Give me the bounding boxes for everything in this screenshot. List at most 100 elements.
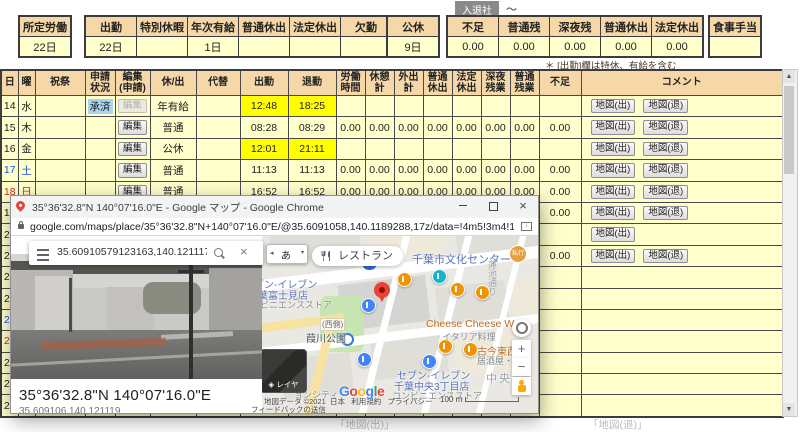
column-header: 外出 計 <box>393 69 424 96</box>
column-header: 休/出 <box>149 69 197 96</box>
edit-cell: 編集 <box>114 137 151 161</box>
hours-cell: 0.00 <box>335 159 366 182</box>
map-in-button[interactable]: 地図(退) <box>643 184 689 199</box>
approval-status-cell: 承済 <box>84 94 116 118</box>
clock-out-cell: 08:29 <box>287 116 337 139</box>
hours-cell: 0.00 <box>335 116 366 139</box>
map-out-button[interactable]: 地図(出) <box>590 227 636 242</box>
summary-label: 特別休暇 <box>136 15 188 37</box>
hours-cell: 0.00 <box>451 116 482 139</box>
my-location-button[interactable] <box>512 319 531 337</box>
map-label-street: 蓮池通り <box>487 260 497 296</box>
music-venue-pin-icon[interactable] <box>432 269 447 284</box>
shortage-cell <box>538 223 582 246</box>
menu-icon[interactable] <box>37 249 49 261</box>
hours-cell <box>451 137 482 161</box>
restaurant-pin-icon[interactable] <box>463 342 478 357</box>
close-button[interactable]: × <box>508 196 538 217</box>
map-out-button[interactable]: 地図(出) <box>590 141 636 157</box>
store-pin-icon[interactable] <box>357 352 372 367</box>
footer-note-right: 「地図(退)」 <box>588 419 648 431</box>
map-label-seven-fujimi3: コンビニエンスストア <box>262 300 332 310</box>
scroll-down-icon[interactable]: ▼ <box>783 403 795 416</box>
minimize-button[interactable] <box>448 196 478 217</box>
screen: { "top": {"punch_label": "入退社", "tilde":… <box>0 0 800 431</box>
clock-in-cell: 08:28 <box>239 116 289 139</box>
worktype-cell: 普通 <box>149 159 197 182</box>
hours-cell: 0.00 <box>480 159 511 182</box>
table-scrollbar[interactable]: ▲ ▼ <box>782 69 798 417</box>
privacy-link[interactable]: プライバシー <box>388 397 433 406</box>
comment-cell <box>580 308 784 332</box>
summary-group: 不足 普通残 深夜残 普通休出 法定休出 0.00 0.00 0.00 0.00 0.00 <box>446 15 704 58</box>
clear-search-icon[interactable]: × <box>240 244 248 259</box>
approved-badge: 承済 <box>87 98 113 114</box>
layers-button[interactable]: ◈ レイヤ <box>262 349 307 393</box>
url-text[interactable]: google.com/maps/place/35°36'32.8"N+140°0… <box>30 221 514 233</box>
map-label-cheese-sub: イタリア料理 <box>442 332 496 342</box>
address-bar[interactable]: google.com/maps/place/35°36'32.8"N+140°0… <box>11 218 538 236</box>
map-out-button[interactable]: 地図(出) <box>590 205 636 221</box>
map-in-button[interactable]: 地図(退) <box>643 141 689 157</box>
map-out-button[interactable]: 地図(出) <box>590 98 636 114</box>
edit-button[interactable]: 編集 <box>117 163 147 178</box>
hours-cell <box>451 94 482 118</box>
feedback-link[interactable]: フィードバックの送信 <box>251 404 326 413</box>
hours-cell <box>364 94 395 118</box>
restaurants-chip[interactable]: レストラン <box>312 246 403 266</box>
summary-value <box>136 36 188 58</box>
google-logo: Google <box>339 383 385 399</box>
column-header: 日 <box>0 69 19 96</box>
map-in-button[interactable]: 地図(退) <box>643 248 689 264</box>
map-in-button[interactable]: 地図(退) <box>643 205 689 221</box>
pegman-button[interactable] <box>512 377 531 395</box>
poi-badge[interactable]: 私行 <box>509 245 527 263</box>
clock-out-cell: 21:11 <box>287 137 337 161</box>
scroll-up-icon[interactable]: ▲ <box>783 70 795 83</box>
map-in-button[interactable]: 地図(退) <box>643 163 689 178</box>
hours-cell: 0.00 <box>422 159 453 182</box>
scrollbar-thumb[interactable] <box>784 86 794 174</box>
zoom-in-button[interactable]: + <box>512 340 531 358</box>
hours-cell <box>480 94 511 118</box>
send-to-device-icon[interactable]: ↓ <box>521 222 532 231</box>
worktype-cell: 年有給 <box>149 94 197 118</box>
street-view-photo[interactable] <box>11 254 262 379</box>
map-out-button[interactable]: 地図(出) <box>590 248 636 264</box>
comment-cell: 地図(出) 地図(退) <box>580 94 784 118</box>
map-out-button[interactable]: 地図(出) <box>590 163 636 178</box>
comment-cell <box>580 330 784 353</box>
zoom-out-button[interactable]: − <box>512 358 531 376</box>
summary-value: 0.00 <box>600 36 652 58</box>
day-cell: 15 <box>0 116 19 139</box>
search-input[interactable]: 35.60910579123163,140.121117 <box>57 246 207 258</box>
restaurant-pin-icon[interactable] <box>397 272 412 287</box>
comment-cell <box>580 351 784 375</box>
map-label-station[interactable]: 葭川公園 <box>306 330 346 345</box>
maps-search-box[interactable]: 35.60910579123163,140.121117 × <box>29 241 263 265</box>
ime-indicator[interactable]: ◂ あ ▾ <box>266 244 308 264</box>
edit-button[interactable]: 編集 <box>117 141 147 157</box>
map-out-button[interactable]: 地図(出) <box>590 120 636 135</box>
clock-out-cell: 11:13 <box>287 159 337 182</box>
edit-button[interactable]: 編集 <box>117 120 147 135</box>
shortage-cell <box>538 351 582 375</box>
comment-cell: 地図(出) 地図(退) <box>580 180 784 203</box>
map-in-button[interactable]: 地図(退) <box>643 98 689 114</box>
column-header: 出勤 <box>239 69 289 96</box>
map-in-button[interactable]: 地図(退) <box>643 120 689 135</box>
comment-cell <box>580 373 784 396</box>
weekday-cell: 木 <box>17 116 36 139</box>
day-cell: 14 <box>0 94 19 118</box>
maximize-button[interactable] <box>478 196 508 217</box>
clock-in-cell: 11:13 <box>239 159 289 182</box>
window-titlebar[interactable]: 35°36'32.8"N 140°07'16.0"E - Google マップ … <box>11 196 538 219</box>
restaurant-pin-icon[interactable] <box>450 282 465 297</box>
lock-icon[interactable] <box>18 221 24 229</box>
summary-label: 不足 <box>446 15 499 37</box>
map-out-button[interactable]: 地図(出) <box>590 184 636 199</box>
shortage-cell: 0.00 <box>538 201 582 225</box>
search-icon[interactable] <box>214 248 223 257</box>
store-pin-icon[interactable] <box>361 298 376 313</box>
clock-out-cell: 18:25 <box>287 94 337 118</box>
